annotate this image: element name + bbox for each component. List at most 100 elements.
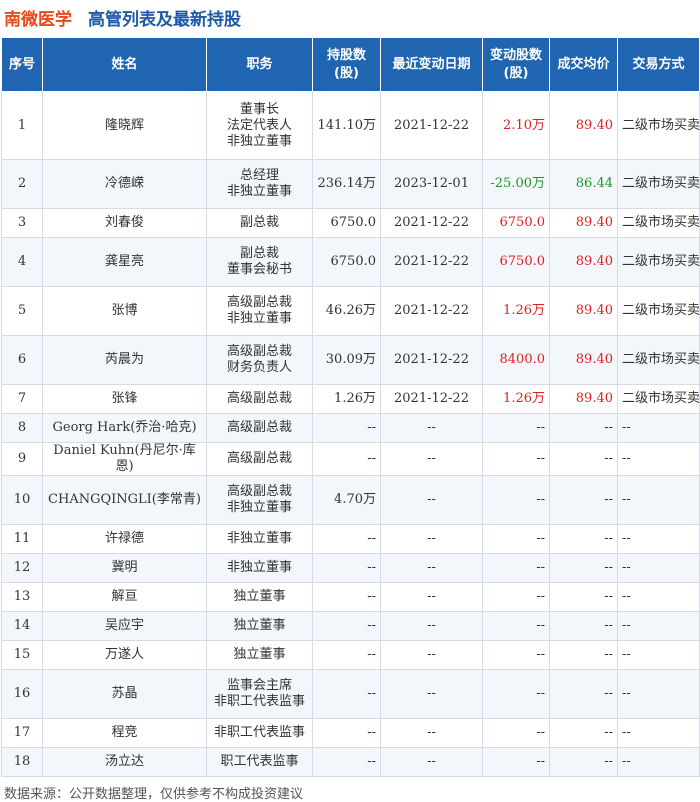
last-change-date: 2021-12-22 xyxy=(380,286,483,336)
shares-held: -- xyxy=(312,413,381,443)
executive-name: 苏晶 xyxy=(42,669,207,719)
trade-mode: -- xyxy=(617,524,700,554)
row-index: 5 xyxy=(1,286,43,336)
avg-price: -- xyxy=(549,524,618,554)
avg-price: 86.44 xyxy=(549,159,618,209)
trade-mode: 二级市场买卖 xyxy=(617,159,700,209)
table-row: 8 Georg Hark(乔治·哈克) 高级副总裁 -- -- -- -- -- xyxy=(1,413,700,443)
avg-price: -- xyxy=(549,669,618,719)
table-header-row: 序号 姓名 职务 持股数 (股) 最近变动日期 变动股数 (股) 成交均价 交易… xyxy=(1,37,700,92)
table-row: 6 芮晨为 高级副总裁 财务负责人 30.09万 2021-12-22 8400.0 89.4… xyxy=(1,335,700,385)
share-change: -25.00万 xyxy=(482,159,550,209)
executive-position: 独立董事 xyxy=(206,582,313,612)
last-change-date: 2021-12-22 xyxy=(380,335,483,385)
row-index: 3 xyxy=(1,208,43,238)
executive-position: 职工代表监事 xyxy=(206,747,313,777)
shares-held: -- xyxy=(312,669,381,719)
shares-held: -- xyxy=(312,582,381,612)
executive-position: 监事会主席 非职工代表监事 xyxy=(206,669,313,719)
executive-position: 副总裁 董事会秘书 xyxy=(206,237,313,287)
row-index: 11 xyxy=(1,524,43,554)
executive-name: 张锋 xyxy=(42,384,207,414)
avg-price: -- xyxy=(549,442,618,476)
executive-position: 副总裁 xyxy=(206,208,313,238)
position-line: 高级副总裁 xyxy=(226,391,292,406)
trade-mode: -- xyxy=(617,640,700,670)
executive-position: 独立董事 xyxy=(206,640,313,670)
share-change: 1.26万 xyxy=(482,384,550,414)
page-header: 南微医学 高管列表及最新持股 xyxy=(0,0,700,34)
row-index: 15 xyxy=(1,640,43,670)
executive-name: 隆晓辉 xyxy=(42,91,207,160)
position-line: 独立董事 xyxy=(233,618,286,633)
position-line: 独立董事 xyxy=(233,589,286,604)
avg-price: 89.40 xyxy=(549,286,618,336)
last-change-date: -- xyxy=(380,611,483,641)
avg-price: -- xyxy=(549,553,618,583)
trade-mode: -- xyxy=(617,553,700,583)
share-change: -- xyxy=(482,475,550,525)
table-row: 5 张博 高级副总裁 非独立董事 46.26万 2021-12-22 1.26万 89.40 二… xyxy=(1,286,700,336)
trade-mode: -- xyxy=(617,442,700,476)
executive-position: 高级副总裁 xyxy=(206,442,313,476)
table-row: 12 冀明 非独立董事 -- -- -- -- -- xyxy=(1,553,700,583)
last-change-date: -- xyxy=(380,475,483,525)
last-change-date: -- xyxy=(380,747,483,777)
executive-position: 总经理 非独立董事 xyxy=(206,159,313,209)
last-change-date: -- xyxy=(380,640,483,670)
last-change-date: 2021-12-22 xyxy=(380,237,483,287)
last-change-date: -- xyxy=(380,669,483,719)
position-line: 财务负责人 xyxy=(226,360,292,375)
executive-name: 张博 xyxy=(42,286,207,336)
trade-mode: -- xyxy=(617,475,700,525)
position-line: 非独立董事 xyxy=(226,311,292,326)
table-row: 16 苏晶 监事会主席 非职工代表监事 -- -- -- -- -- xyxy=(1,669,700,719)
avg-price: 89.40 xyxy=(549,91,618,160)
share-change: 2.10万 xyxy=(482,91,550,160)
executive-position: 高级副总裁 非独立董事 xyxy=(206,475,313,525)
share-change: 1.26万 xyxy=(482,286,550,336)
avg-price: -- xyxy=(549,640,618,670)
shares-held: 4.70万 xyxy=(312,475,381,525)
trade-mode: 二级市场买卖 xyxy=(617,286,700,336)
last-change-date: 2021-12-22 xyxy=(380,384,483,414)
last-change-date: -- xyxy=(380,582,483,612)
share-change: -- xyxy=(482,611,550,641)
last-change-date: -- xyxy=(380,524,483,554)
trade-mode: 二级市场买卖 xyxy=(617,384,700,414)
executive-name: 汤立达 xyxy=(42,747,207,777)
position-line: 非职工代表监事 xyxy=(213,694,305,709)
shares-held: 46.26万 xyxy=(312,286,381,336)
table-row: 13 解亘 独立董事 -- -- -- -- -- xyxy=(1,582,700,612)
table-row: 9 Daniel Kuhn(丹尼尔·库恩) 高级副总裁 -- -- -- -- -- xyxy=(1,442,700,476)
row-index: 8 xyxy=(1,413,43,443)
trade-mode: -- xyxy=(617,669,700,719)
position-line: 高级副总裁 xyxy=(226,420,292,435)
table-row: 14 吴应宇 独立董事 -- -- -- -- -- xyxy=(1,611,700,641)
executive-name: CHANGQINGLI(李常青) xyxy=(42,475,207,525)
avg-price: 89.40 xyxy=(549,208,618,238)
avg-price: -- xyxy=(549,413,618,443)
last-change-date: 2021-12-22 xyxy=(380,91,483,160)
position-line: 非职工代表监事 xyxy=(213,725,305,740)
position-line: 副总裁 xyxy=(239,215,279,230)
row-index: 18 xyxy=(1,747,43,777)
executive-name: 冷德嵘 xyxy=(42,159,207,209)
row-index: 17 xyxy=(1,718,43,748)
trade-mode: 二级市场买卖 xyxy=(617,91,700,160)
table-row: 1 隆晓辉 董事长 法定代表人 非独立董事 141.10万 2021-12-22 2.10万 8… xyxy=(1,91,700,160)
page-title: 高管列表及最新持股 xyxy=(88,9,241,30)
share-change: 8400.0 xyxy=(482,335,550,385)
executive-name: 万遂人 xyxy=(42,640,207,670)
executive-name: Georg Hark(乔治·哈克) xyxy=(42,413,207,443)
shares-held: 236.14万 xyxy=(312,159,381,209)
shares-held: -- xyxy=(312,611,381,641)
avg-price: -- xyxy=(549,718,618,748)
share-change: 6750.0 xyxy=(482,237,550,287)
shares-held: 1.26万 xyxy=(312,384,381,414)
executive-position: 高级副总裁 财务负责人 xyxy=(206,335,313,385)
table-row: 11 许禄德 非独立董事 -- -- -- -- -- xyxy=(1,524,700,554)
row-index: 9 xyxy=(1,442,43,476)
position-line: 高级副总裁 xyxy=(226,451,292,466)
last-change-date: 2021-12-22 xyxy=(380,208,483,238)
